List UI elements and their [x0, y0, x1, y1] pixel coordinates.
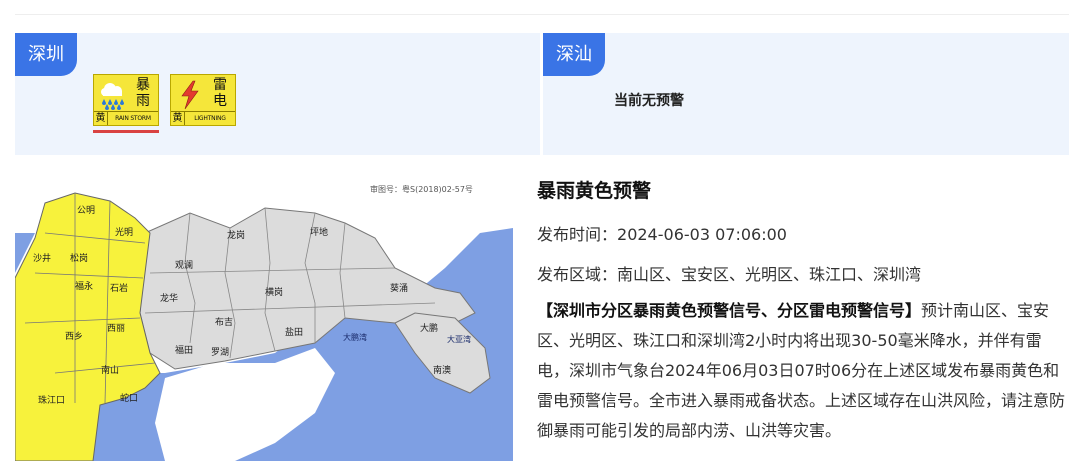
label-fuyong: 福永: [75, 280, 93, 292]
region-tab-shenshan[interactable]: 深汕: [543, 33, 605, 76]
lightning-english-label: LIGHTNING: [194, 115, 226, 122]
lightning-level: 黄: [171, 112, 185, 125]
top-divider: [15, 14, 1069, 15]
label-shiyan: 石岩: [110, 282, 128, 294]
selected-warning-indicator: [93, 130, 159, 133]
label-yantian: 盐田: [285, 326, 303, 338]
label-guangming: 光明: [115, 226, 133, 238]
label-guanlan: 观澜: [175, 260, 193, 271]
lightning-level-strip: 黄 LIGHTNING: [171, 111, 235, 125]
rainstorm-english-label: RAIN STORM: [115, 115, 151, 122]
no-warning-text: 当前无预警: [614, 93, 684, 109]
rainstorm-char-2: 雨: [136, 93, 150, 109]
label-futian: 福田: [175, 344, 193, 356]
label-shajing: 沙井: [33, 252, 51, 264]
publish-time-row: 发布时间：2024-06-03 07:06:00: [537, 221, 787, 245]
publish-area-row: 发布区域：南山区、宝安区、光明区、珠江口、深圳湾: [537, 261, 921, 285]
publish-area-value: 南山区、宝安区、光明区、珠江口、深圳湾: [617, 265, 922, 284]
warning-title: 暴雨黄色预警: [537, 180, 652, 202]
rainstorm-warning-icon[interactable]: 暴 雨 黄 RAIN STORM: [93, 74, 159, 160]
label-songgang: 松岗: [70, 252, 88, 264]
rainstorm-char-1: 暴: [136, 77, 150, 93]
label-kuichong: 葵涌: [390, 282, 408, 294]
lightning-char-1: 雷: [213, 77, 227, 93]
label-longgang: 龙岗: [227, 229, 245, 241]
label-xili: 西丽: [107, 323, 125, 334]
label-shekou: 蛇口: [120, 392, 138, 404]
label-gongming: 公明: [77, 205, 95, 216]
label-dayawan: 大亚湾: [447, 334, 471, 344]
rainstorm-icon: [98, 79, 128, 111]
rainstorm-badge: 暴 雨 黄 RAIN STORM: [93, 74, 159, 126]
label-pingdi: 坪地: [310, 226, 328, 238]
lightning-char-2: 电: [213, 93, 227, 109]
lightning-badge: 雷 电 黄 LIGHTNING: [170, 74, 236, 126]
lightning-warning-icon[interactable]: 雷 电 黄 LIGHTNING: [170, 74, 236, 160]
label-zhujiangkou: 珠江口: [38, 394, 65, 406]
label-longhua: 龙华: [160, 292, 178, 304]
lightning-characters: 雷 电: [208, 77, 232, 109]
warning-body-text: 预计南山区、宝安区、光明区、珠江口和深圳湾2小时内将出现30-50毫米降水，并伴…: [537, 301, 1066, 440]
label-xixiang: 西乡: [65, 331, 83, 342]
rainstorm-level: 黄: [94, 112, 108, 125]
label-nanao: 南澳: [433, 364, 451, 376]
region-card-shenshan: 深汕 当前无预警: [543, 33, 1069, 155]
label-dapeng: 大鹏: [420, 322, 438, 334]
label-nanshan: 南山: [101, 364, 119, 376]
publish-time-value: 2024-06-03 07:06:00: [617, 225, 787, 244]
warning-map[interactable]: 公明 光明 沙井 松岗 福永 石岩 西乡 西丽 南山 蛇口 珠江口 龙岗 坪地 …: [15, 173, 513, 461]
rainstorm-level-strip: 黄 RAIN STORM: [94, 111, 158, 125]
label-dapengwan: 大鹏湾: [343, 332, 367, 342]
label-buji: 布吉: [215, 316, 233, 328]
publish-time-label: 发布时间：: [537, 225, 618, 244]
warning-body: 【深圳市分区暴雨黄色预警信号、分区雷电预警信号】预计南山区、宝安区、光明区、珠江…: [537, 296, 1067, 446]
region-tab-shenzhen[interactable]: 深圳: [15, 33, 77, 76]
publish-area-label: 发布区域：: [537, 265, 618, 284]
label-henggang: 横岗: [265, 286, 283, 298]
map-review-number: 审图号：粤S(2018)02-57号: [370, 184, 473, 194]
lightning-icon: [175, 79, 205, 111]
region-card-shenzhen: 深圳 暴 雨 黄 RAIN STORM 雷 电 黄 LIGHTNING: [15, 33, 540, 155]
warning-detail: 暴雨黄色预警 发布时间：2024-06-03 07:06:00 发布区域：南山区…: [537, 176, 1067, 440]
label-luohu: 罗湖: [211, 347, 229, 358]
shenzhen-district-map: 公明 光明 沙井 松岗 福永 石岩 西乡 西丽 南山 蛇口 珠江口 龙岗 坪地 …: [15, 173, 513, 461]
warning-body-heading: 【深圳市分区暴雨黄色预警信号、分区雷电预警信号】: [537, 301, 922, 320]
rainstorm-characters: 暴 雨: [131, 77, 155, 109]
